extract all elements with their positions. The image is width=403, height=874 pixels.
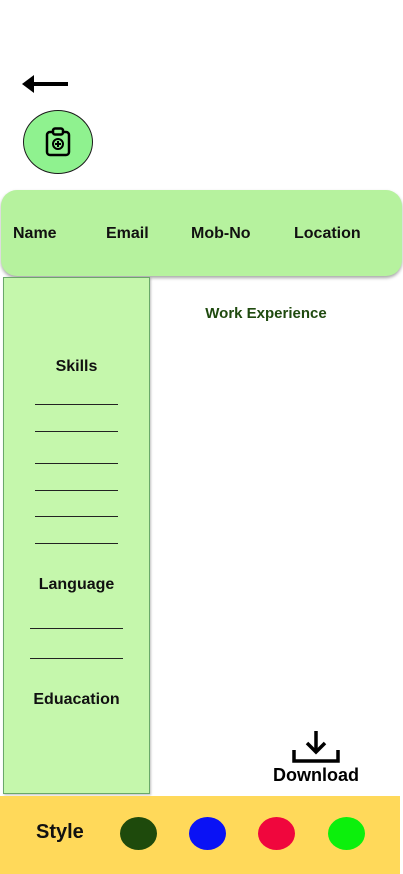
style-label: Style bbox=[36, 821, 84, 843]
name-field[interactable]: Name bbox=[13, 225, 57, 243]
download-label: Download bbox=[273, 765, 359, 785]
language-title: Language bbox=[38, 576, 115, 593]
color-swatch-red[interactable] bbox=[258, 817, 295, 850]
arrow-left-icon bbox=[22, 75, 68, 93]
skill-line[interactable] bbox=[35, 404, 118, 405]
work-experience-title: Work Experience bbox=[205, 305, 327, 322]
skill-line[interactable] bbox=[35, 516, 118, 517]
color-swatch-green[interactable] bbox=[328, 817, 365, 850]
language-line[interactable] bbox=[30, 658, 123, 659]
color-swatch-blue[interactable] bbox=[189, 817, 226, 850]
skills-title: Skills bbox=[55, 358, 98, 375]
clipboard-icon bbox=[45, 127, 71, 157]
download-icon bbox=[292, 731, 340, 763]
skill-line[interactable] bbox=[35, 543, 118, 544]
language-line[interactable] bbox=[30, 628, 123, 629]
email-field[interactable]: Email bbox=[106, 225, 149, 243]
mobile-field[interactable]: Mob-No bbox=[191, 225, 251, 243]
style-bar: Style bbox=[0, 796, 400, 874]
sidebar: Skills Language Eduacation bbox=[3, 277, 150, 794]
color-swatch-dark-green[interactable] bbox=[120, 817, 157, 850]
skill-line[interactable] bbox=[35, 431, 118, 432]
skill-line[interactable] bbox=[35, 490, 118, 491]
contact-header: Name Email Mob-No Location bbox=[1, 190, 402, 276]
location-field[interactable]: Location bbox=[294, 225, 361, 243]
education-title: Eduacation bbox=[33, 691, 120, 708]
profile-photo-button[interactable] bbox=[23, 110, 93, 174]
skill-line[interactable] bbox=[35, 463, 118, 464]
download-button[interactable]: Download bbox=[262, 730, 370, 788]
back-button[interactable] bbox=[22, 72, 70, 96]
